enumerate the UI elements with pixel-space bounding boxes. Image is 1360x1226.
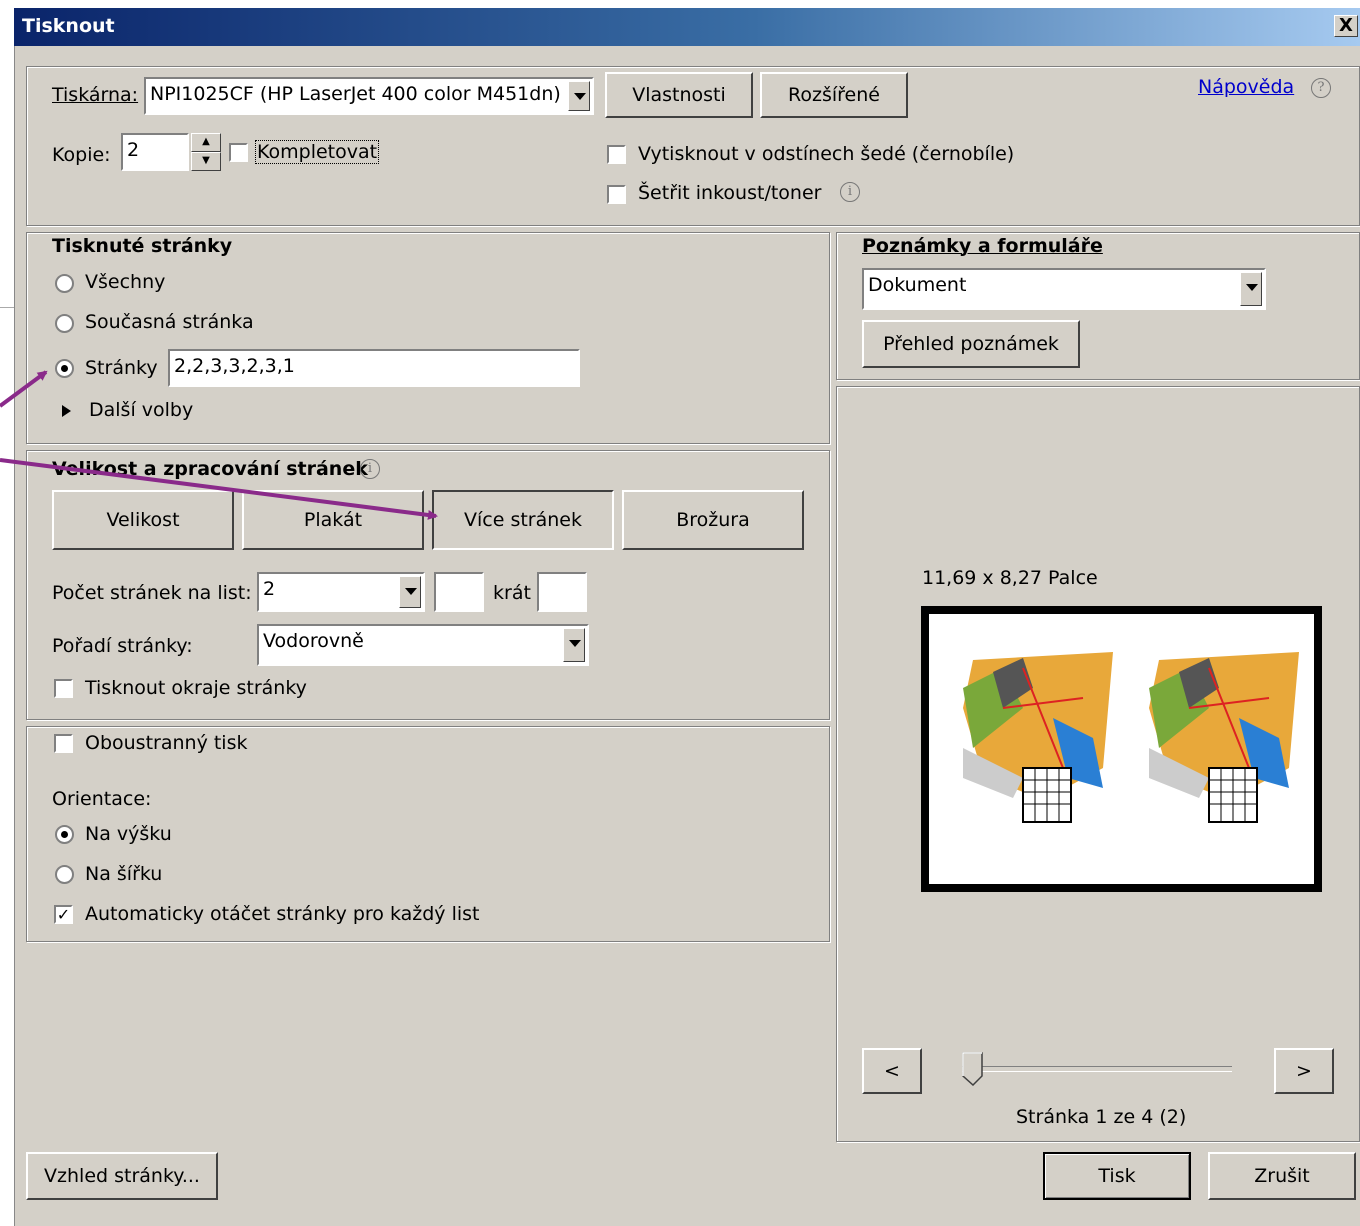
window-title: Tisknout (22, 15, 115, 37)
chevron-down-icon[interactable] (563, 628, 585, 662)
auto-rotate-label: Automaticky otáčet stránky pro každý lis… (85, 903, 480, 925)
times-label: krát (493, 582, 531, 604)
pages-per-sheet-select[interactable]: 2 (257, 572, 425, 612)
tab-poster[interactable]: Plakát (242, 490, 424, 550)
printer-select[interactable]: NPI1025CF (HP LaserJet 400 color M451dn) (144, 77, 594, 115)
close-button[interactable]: X (1334, 15, 1358, 37)
help-link[interactable]: Nápověda (1198, 76, 1294, 98)
pages-per-sheet-label: Počet stránek na list: (52, 582, 252, 604)
page-setup-button[interactable]: Vzhled stránky... (26, 1152, 218, 1200)
grayscale-checkbox[interactable] (607, 145, 626, 164)
auto-rotate-checkbox[interactable]: ✓ (54, 905, 73, 924)
preview-thumbnails (963, 652, 1299, 823)
slider-thumb-shape (962, 1052, 983, 1087)
page-slider-thumb[interactable] (962, 1052, 984, 1087)
question-icon[interactable]: ? (1311, 78, 1331, 98)
more-options-label[interactable]: Další volby (89, 399, 193, 421)
comments-title: Poznámky a formuláře (862, 235, 1103, 257)
background-divider (0, 307, 14, 308)
page-sizing-title: Velikost a zpracování stránek (52, 458, 368, 480)
cancel-button[interactable]: Zrušit (1208, 1152, 1356, 1200)
pages-current-radio[interactable] (55, 314, 74, 333)
next-page-button[interactable]: > (1274, 1048, 1334, 1094)
comments-select-value: Dokument (868, 274, 967, 296)
save-ink-checkbox[interactable] (607, 185, 626, 204)
expand-triangle-icon[interactable] (62, 405, 71, 417)
save-ink-label: Šetřit inkoust/toner (638, 182, 822, 204)
page-order-select[interactable]: Vodorovně (257, 624, 589, 666)
printer-select-value: NPI1025CF (HP LaserJet 400 color M451dn) (150, 83, 561, 105)
properties-button[interactable]: Vlastnosti (605, 72, 753, 118)
sizing-info-icon[interactable]: i (360, 459, 380, 479)
pages-all-label: Všechny (85, 271, 166, 293)
grayscale-label: Vytisknout v odstínech šedé (černobíle) (638, 143, 1015, 165)
advanced-button[interactable]: Rozšířené (760, 72, 908, 118)
printer-label: Tiskárna: (52, 84, 139, 106)
collate-checkbox[interactable] (229, 143, 248, 162)
collate-label: Kompletovat (254, 140, 380, 164)
copies-input[interactable]: 2 (121, 133, 189, 171)
pages-range-radio[interactable] (55, 359, 74, 378)
print-borders-label: Tisknout okraje stránky (85, 677, 307, 699)
chevron-down-icon[interactable] (568, 81, 590, 111)
portrait-label: Na výšku (85, 823, 172, 845)
tab-booklet[interactable]: Brožura (622, 490, 804, 550)
chevron-down-icon[interactable] (1240, 272, 1262, 306)
copies-label: Kopie: (52, 144, 111, 166)
page-order-label: Pořadí stránky: (52, 635, 193, 657)
tab-multiple-pages[interactable]: Více stránek (432, 490, 614, 550)
printed-pages-title: Tisknuté stránky (52, 235, 233, 257)
tab-size[interactable]: Velikost (52, 490, 234, 550)
map-thumbnail (1149, 652, 1299, 823)
portrait-radio[interactable] (55, 825, 74, 844)
title-bar (14, 8, 1360, 46)
print-button[interactable]: Tisk (1043, 1152, 1191, 1200)
comments-select[interactable]: Dokument (862, 268, 1266, 310)
chevron-down-icon[interactable] (399, 576, 421, 608)
landscape-radio[interactable] (55, 865, 74, 884)
page-slider-track[interactable] (962, 1066, 1232, 1072)
duplex-label: Oboustranný tisk (85, 732, 248, 754)
pages-all-radio[interactable] (55, 274, 74, 293)
preview-size-label: 11,69 x 8,27 Palce (922, 567, 1098, 589)
pages-per-sheet-value: 2 (263, 578, 276, 600)
print-borders-checkbox[interactable] (54, 679, 73, 698)
map-thumbnail (963, 652, 1113, 823)
info-icon[interactable]: i (840, 182, 860, 202)
copies-down-button[interactable]: ▼ (191, 152, 221, 171)
page-order-value: Vodorovně (263, 630, 364, 652)
pages-range-label: Stránky (85, 357, 158, 379)
preview-page (929, 614, 1314, 884)
duplex-checkbox[interactable] (54, 734, 73, 753)
prev-page-button[interactable]: < (862, 1048, 922, 1094)
orientation-label: Orientace: (52, 788, 152, 810)
columns-input[interactable] (434, 572, 484, 612)
page-status: Stránka 1 ze 4 (2) (1016, 1106, 1187, 1128)
rows-input[interactable] (537, 572, 587, 612)
copies-up-button[interactable]: ▲ (191, 133, 221, 152)
landscape-label: Na šířku (85, 863, 163, 885)
preview-sheet (921, 606, 1322, 892)
comments-summary-button[interactable]: Přehled poznámek (862, 320, 1080, 368)
pages-range-input[interactable]: 2,2,3,3,2,3,1 (168, 349, 580, 387)
pages-current-label: Současná stránka (85, 311, 254, 333)
